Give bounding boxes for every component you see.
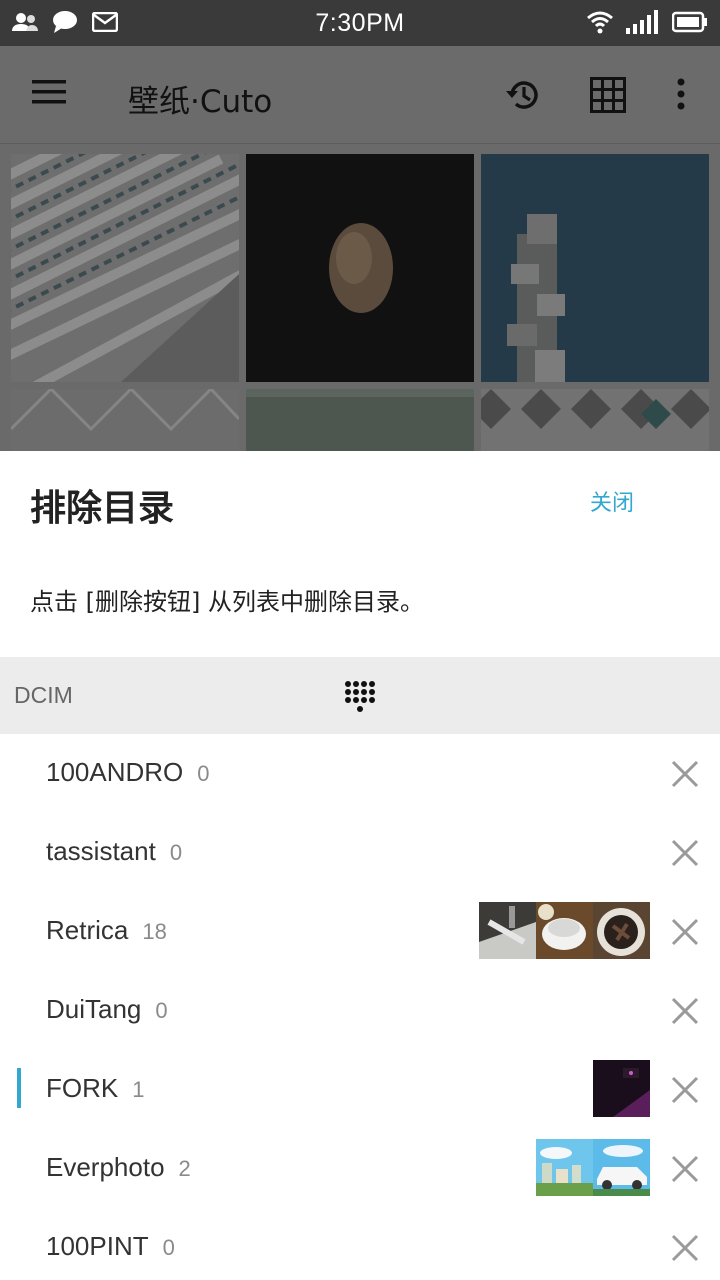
wallpaper-thumbnail[interactable] <box>11 154 239 382</box>
folder-name-text: DuiTang <box>46 994 142 1024</box>
folder-row[interactable]: Everphoto 2 <box>0 1129 720 1208</box>
wallpaper-thumbnail[interactable] <box>246 154 474 382</box>
wifi-icon <box>587 11 613 34</box>
folder-row[interactable]: 100ANDRO 0 <box>0 734 720 813</box>
folder-name: Retrica 18 <box>46 915 167 946</box>
folder-count: 0 <box>162 1235 175 1260</box>
sheet-description: 点击 [删除按钮] 从列表中删除目录。 <box>30 588 424 616</box>
folder-previews <box>593 1060 650 1117</box>
wallpaper-thumbnail[interactable] <box>11 389 239 451</box>
folder-name-text: 100PINT <box>46 1231 149 1261</box>
remove-icon[interactable] <box>670 1075 700 1105</box>
app-toolbar: 壁纸·Cuto <box>0 46 720 144</box>
remove-icon[interactable] <box>670 759 700 789</box>
remove-icon[interactable] <box>670 1233 700 1263</box>
sheet-title: 排除目录 <box>30 488 175 529</box>
folder-count: 1 <box>132 1077 145 1102</box>
folder-name-text: tassistant <box>46 836 156 866</box>
close-button[interactable]: 关闭 <box>590 485 634 517</box>
system-icons <box>586 10 708 34</box>
section-label: DCIM <box>14 682 73 708</box>
wallpaper-thumbnail[interactable] <box>481 154 709 382</box>
folder-count: 2 <box>178 1156 191 1181</box>
signal-icon <box>626 10 658 34</box>
folder-name-text: Everphoto <box>46 1152 165 1182</box>
section-header: DCIM <box>0 657 720 734</box>
photo-coffee-cup <box>536 902 593 959</box>
folder-row[interactable]: 100PINT 0 <box>0 1208 720 1280</box>
folder-name: DuiTang 0 <box>46 994 168 1025</box>
more-options-icon[interactable] <box>671 78 691 110</box>
history-icon[interactable] <box>504 76 542 114</box>
app-title: 壁纸·Cuto <box>128 84 273 120</box>
dialpad-icon[interactable] <box>344 680 376 714</box>
grid-view-icon[interactable] <box>590 77 626 113</box>
status-bar: 7:30PM <box>0 0 720 46</box>
photo-cake <box>593 902 650 959</box>
app-background: 壁纸·Cuto <box>0 46 720 451</box>
folder-row[interactable]: FORK 1 <box>0 1050 720 1129</box>
folder-row[interactable]: tassistant 0 <box>0 813 720 892</box>
wallpaper-thumbnail[interactable] <box>481 389 709 451</box>
folder-row[interactable]: DuiTang 0 <box>0 971 720 1050</box>
photo-city <box>536 1139 593 1196</box>
folder-count: 0 <box>155 998 168 1023</box>
folder-name: tassistant 0 <box>46 836 182 867</box>
folder-name: 100ANDRO 0 <box>46 757 210 788</box>
folder-count: 18 <box>142 919 167 944</box>
photo-kitchen <box>479 902 536 959</box>
photo-dark-room <box>593 1060 650 1117</box>
wallpaper-thumbnail[interactable] <box>246 389 474 451</box>
folder-name-text: Retrica <box>46 915 129 945</box>
exclude-folders-sheet: 排除目录 关闭 点击 [删除按钮] 从列表中删除目录。 DCIM 100ANDR… <box>0 451 720 1280</box>
folder-previews <box>479 902 650 959</box>
folder-count: 0 <box>169 840 183 865</box>
folder-previews <box>536 1139 650 1196</box>
folder-name: Everphoto 2 <box>46 1152 191 1183</box>
wallpaper-grid <box>0 144 720 451</box>
battery-icon <box>672 11 707 33</box>
folder-count: 0 <box>197 761 210 786</box>
remove-icon[interactable] <box>670 917 700 947</box>
remove-icon[interactable] <box>670 1154 700 1184</box>
folder-name: 100PINT 0 <box>46 1231 175 1262</box>
folder-name-text: FORK <box>46 1073 119 1103</box>
folder-name: FORK 1 <box>46 1073 144 1104</box>
remove-icon[interactable] <box>670 996 700 1026</box>
remove-icon[interactable] <box>670 838 700 868</box>
menu-icon[interactable] <box>32 79 66 105</box>
folder-row[interactable]: Retrica 18 <box>0 892 720 971</box>
photo-car <box>593 1139 650 1196</box>
folder-name-text: 100ANDRO <box>46 757 184 787</box>
selected-indicator <box>17 1068 21 1108</box>
